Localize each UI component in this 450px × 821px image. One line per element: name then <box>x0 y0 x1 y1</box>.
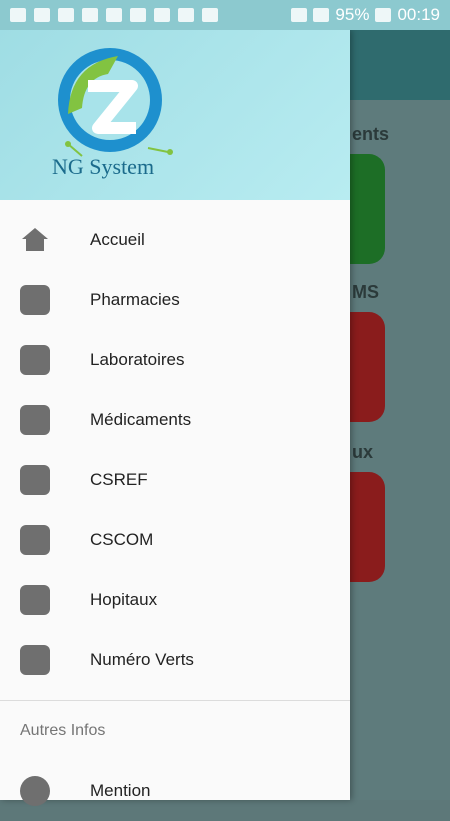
battery-level: 95% <box>335 5 370 24</box>
menu-item-medicaments[interactable]: Médicaments <box>0 390 350 450</box>
menu-item-label: Numéro Verts <box>90 650 194 669</box>
menu-item-label: Laboratoires <box>90 350 185 369</box>
square-icon <box>20 645 50 675</box>
image-icon <box>34 8 50 22</box>
navigation-drawer: NG System Accueil Pharmacies Laboratoire… <box>0 30 350 806</box>
menu-item-numero-verts[interactable]: Numéro Verts <box>0 630 350 690</box>
menu-item-label: Pharmacies <box>90 290 180 309</box>
wrench-icon <box>82 8 98 22</box>
youtube-icon <box>178 8 194 22</box>
square-icon <box>20 285 50 315</box>
menu-item-accueil[interactable]: Accueil <box>0 210 350 270</box>
section-title-autres-infos: Autres Infos <box>20 722 106 739</box>
menu-item-label: Hopitaux <box>90 590 158 609</box>
status-bar: 95% 00:19 <box>0 0 450 30</box>
home-icon <box>22 228 48 251</box>
clock: 00:19 <box>397 5 440 24</box>
background-label: ents <box>352 124 390 144</box>
other-menu: Mention <box>0 761 350 821</box>
logo-text: NG System <box>52 154 155 179</box>
menu-item-label: Médicaments <box>90 410 192 429</box>
download-icon <box>106 8 122 22</box>
background-label: ux <box>352 442 374 462</box>
message-icon <box>10 8 26 22</box>
wifi-icon <box>291 8 308 22</box>
square-icon <box>20 525 50 555</box>
youtube-icon <box>202 8 218 22</box>
battery-icon <box>375 8 392 22</box>
menu-item-laboratoires[interactable]: Laboratoires <box>0 330 350 390</box>
menu-item-csref[interactable]: CSREF <box>0 450 350 510</box>
square-icon <box>20 405 50 435</box>
square-icon <box>20 585 50 615</box>
menu-item-label: CSREF <box>90 470 148 489</box>
menu-item-label: Mention <box>90 781 151 800</box>
menu-item-label: CSCOM <box>90 530 154 549</box>
menu-item-hopitaux[interactable]: Hopitaux <box>0 570 350 630</box>
square-icon <box>20 345 50 375</box>
drawer-header: NG System <box>0 30 350 200</box>
menu-item-label: Accueil <box>90 230 145 249</box>
camera-icon <box>130 8 146 22</box>
menu-item-cscom[interactable]: CSCOM <box>0 510 350 570</box>
menu-item-mention[interactable]: Mention <box>0 761 350 821</box>
drawer-menu: Accueil Pharmacies Laboratoires Médicame… <box>0 210 350 690</box>
flash-icon <box>58 8 74 22</box>
mail-icon <box>154 8 170 22</box>
square-icon <box>20 465 50 495</box>
circle-icon <box>20 776 50 806</box>
notification-icons <box>10 8 218 22</box>
background-label: MS <box>352 282 379 302</box>
system-icons: 95% 00:19 <box>291 5 440 25</box>
signal-icon <box>313 8 330 22</box>
menu-item-pharmacies[interactable]: Pharmacies <box>0 270 350 330</box>
